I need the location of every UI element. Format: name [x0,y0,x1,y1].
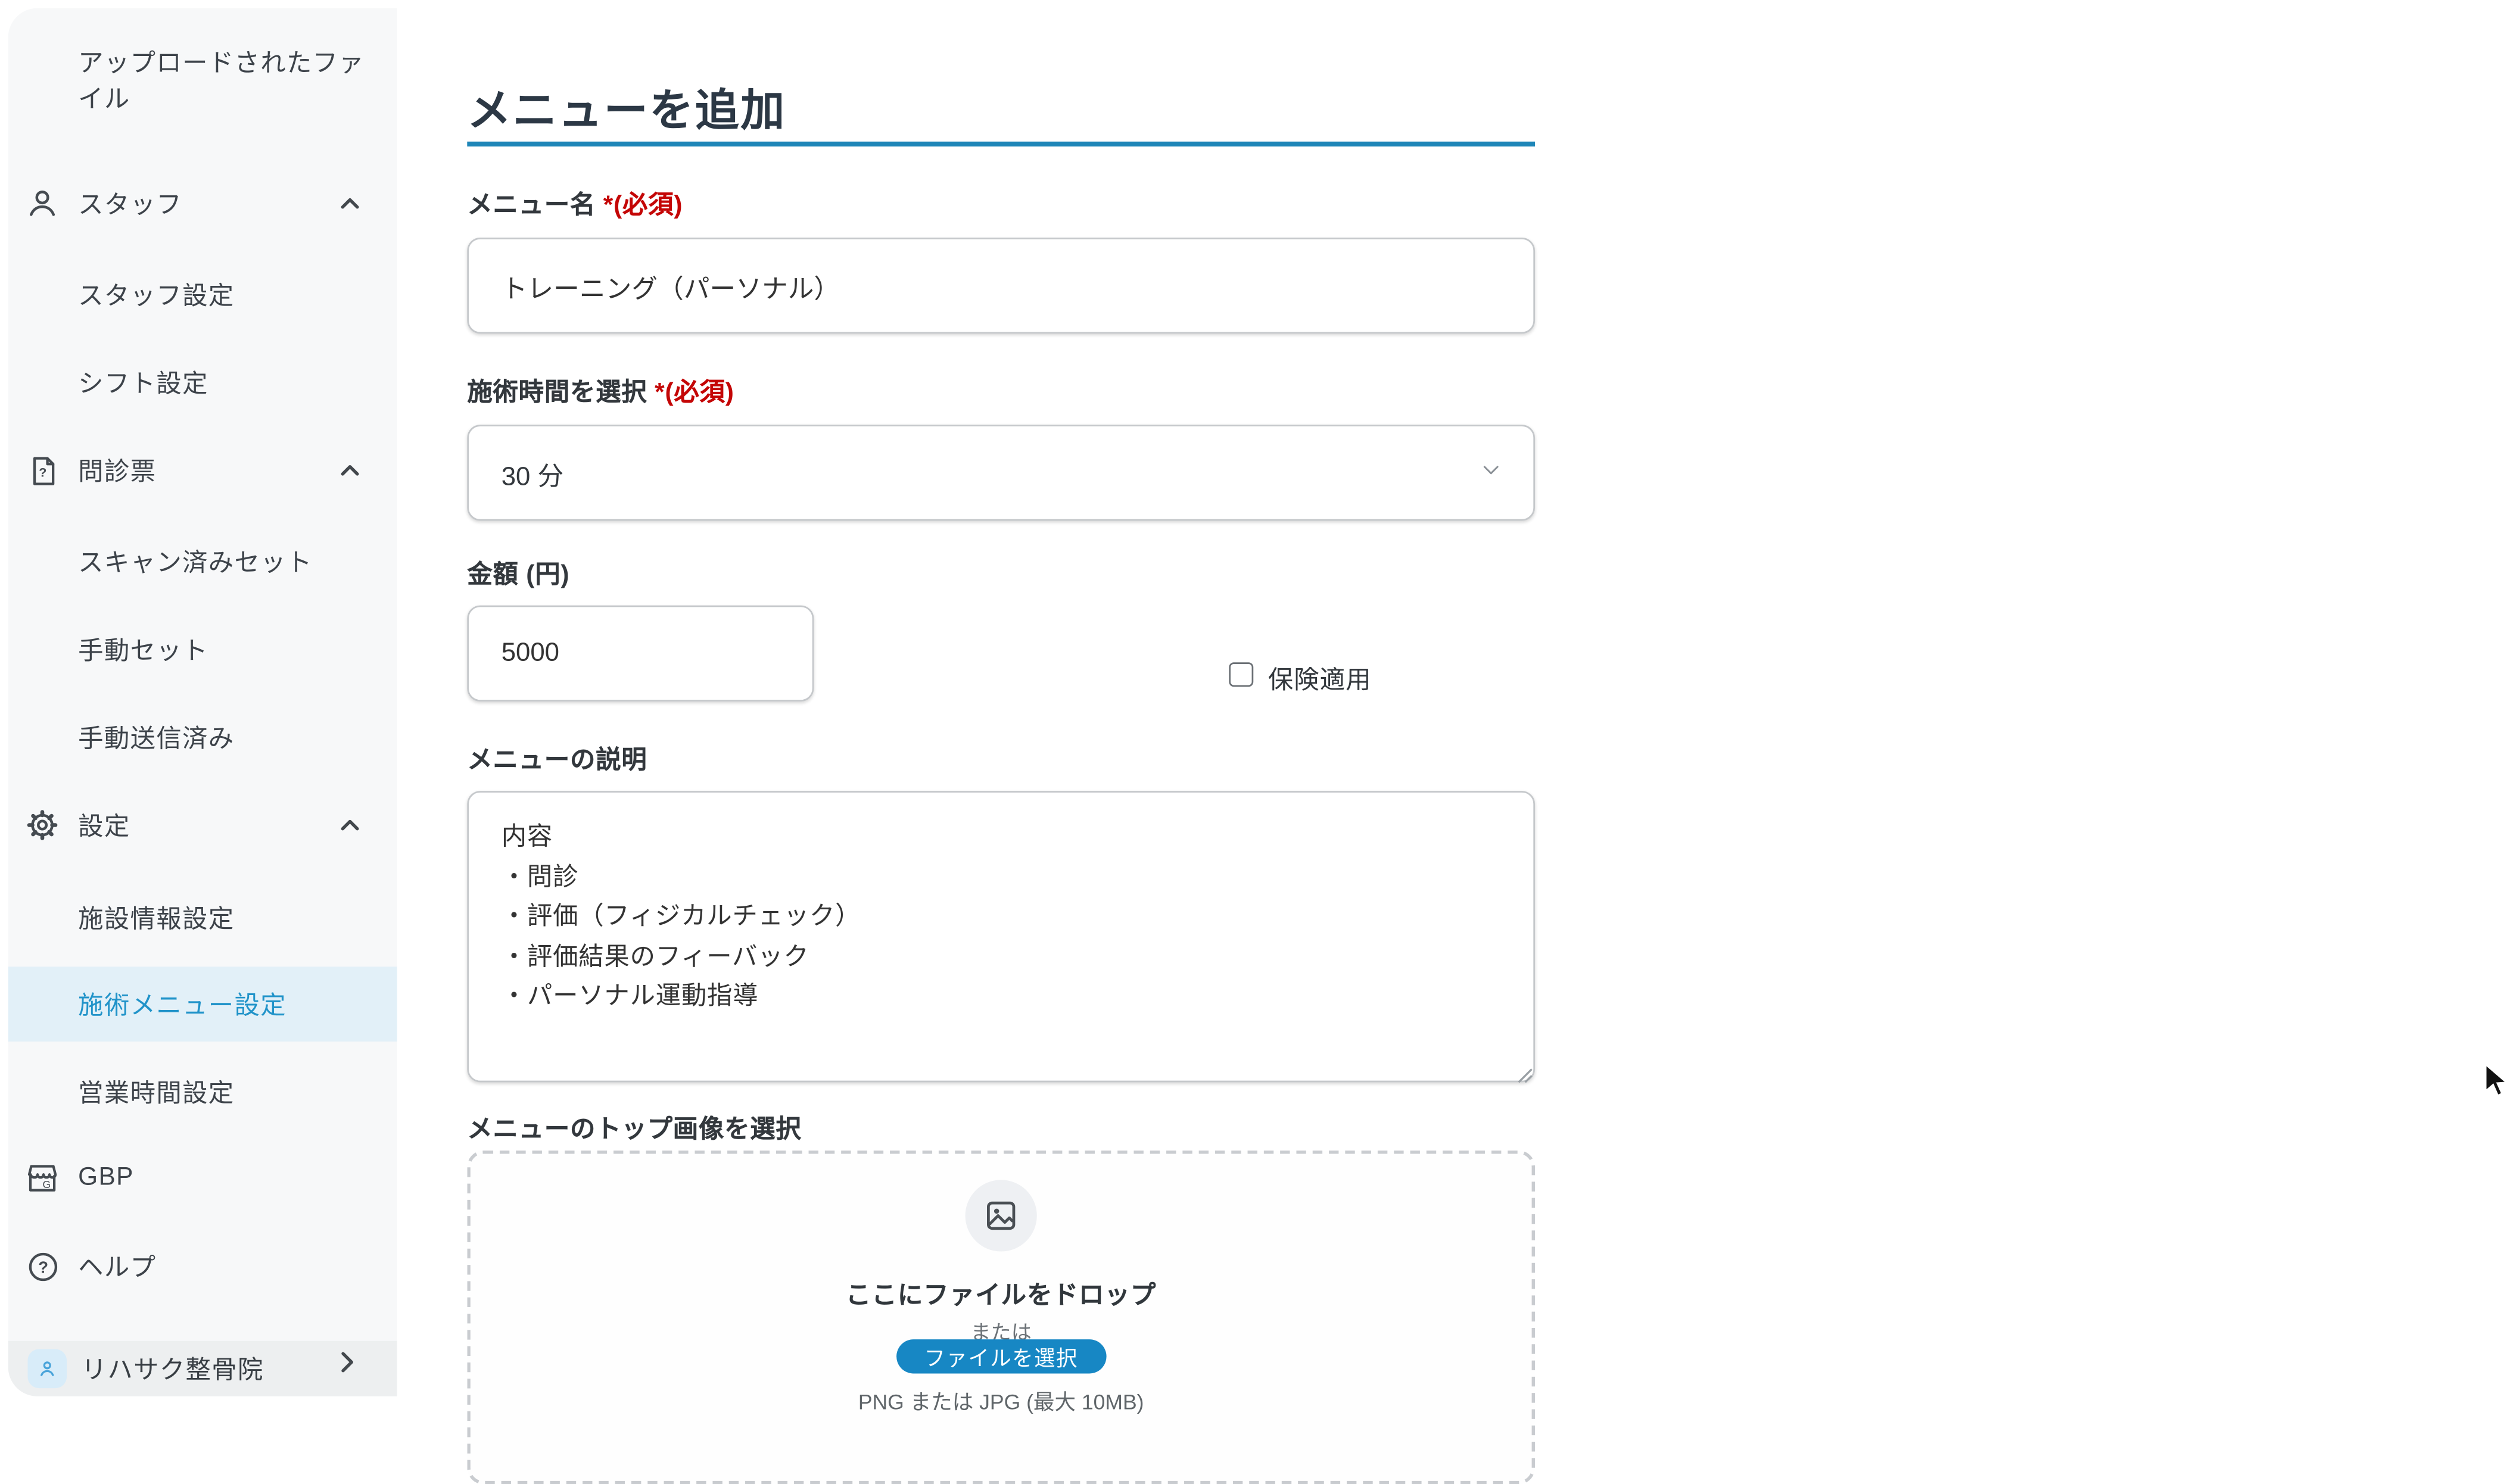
sidebar-item-label: シフト設定 [78,364,208,400]
sidebar-item-label: 営業時間設定 [78,1074,234,1110]
main-content: メニューを追加 メニュー名 *(必須) 施術時間を選択 *(必須) 30 分 金… [397,0,2510,1404]
sidebar-item-treatment-menu-settings[interactable]: 施術メニュー設定 [8,967,397,1042]
sidebar-item-label: 手動送信済み [78,719,234,755]
duration-selected-value: 30 分 [502,453,564,492]
chevron-up-icon [332,807,368,843]
sidebar-group-label: 設定 [78,807,130,843]
sidebar-item-uploaded-files[interactable]: アップロードされたファイル [78,47,374,119]
app-window: アップロードされたファイル スタッフ スタッフ設定 シフト設定 ? [0,0,2510,1404]
svg-text:?: ? [38,1257,48,1276]
svg-text:?: ? [38,464,46,479]
chevron-right-icon [332,1348,368,1383]
sidebar-item-business-hours-settings[interactable]: 営業時間設定 [8,1073,397,1112]
image-dropzone[interactable]: ここにファイルをドロップ または ファイルを選択 PNG または JPG (最大… [467,1151,1535,1484]
page-title: メニューを追加 [467,75,786,139]
svg-text:G: G [43,1179,51,1190]
title-divider [467,142,1535,146]
sidebar: アップロードされたファイル スタッフ スタッフ設定 シフト設定 ? [8,8,397,1396]
storefront-icon: G [23,1159,62,1198]
insurance-checkbox-label: 保険適用 [1268,661,1372,697]
price-input[interactable] [467,606,814,702]
sidebar-item-gbp[interactable]: G GBP [8,1159,397,1198]
sidebar-item-label: 施術メニュー設定 [78,986,286,1022]
sidebar-group-staff[interactable]: スタッフ [8,184,397,223]
sidebar-item-label: スキャン済みセット [78,544,313,579]
gear-icon [23,806,62,845]
insurance-checkbox[interactable] [1229,662,1253,687]
clinic-switcher[interactable]: リハサク整骨院 [8,1341,397,1396]
sidebar-item-manual-set[interactable]: 手動セット [8,630,397,669]
dropzone-text: ここにファイルをドロップ [471,1276,1532,1312]
chevron-down-icon [1478,456,1504,490]
sidebar-item-label: GBP [78,1164,134,1193]
help-icon: ? [23,1246,62,1286]
sidebar-item-scanned-set[interactable]: スキャン済みセット [8,542,397,581]
sidebar-item-staff-settings[interactable]: スタッフ設定 [8,275,397,314]
required-mark: *(必須) [603,192,683,219]
image-icon [983,1198,1019,1233]
sidebar-item-label: スタッフ設定 [78,277,234,313]
sidebar-item-shift-settings[interactable]: シフト設定 [8,363,397,402]
dropzone-hint: PNG または JPG (最大 10MB) [471,1385,1532,1416]
description-label: メニューの説明 [467,740,647,776]
menu-name-input[interactable] [467,238,1535,333]
required-mark: *(必須) [655,379,734,407]
sidebar-item-facility-info-settings[interactable]: 施設情報設定 [8,899,397,938]
clinic-avatar [27,1349,67,1388]
sidebar-group-label: 問診票 [78,453,156,488]
sidebar-item-help[interactable]: ? ヘルプ [8,1246,397,1286]
description-textarea[interactable]: 内容 ・問診 ・評価（フィジカルチェック） ・評価結果のフィーバック ・パーソナ… [467,791,1535,1082]
sidebar-item-manually-sent[interactable]: 手動送信済み [8,718,397,757]
mouse-cursor [2483,1063,2510,1099]
top-image-label: メニューのトップ画像を選択 [467,1110,801,1146]
person-icon [23,184,62,223]
chevron-up-icon [332,453,368,488]
sidebar-group-questionnaire[interactable]: ? 問診票 [8,451,397,490]
sidebar-item-label: 手動セット [78,631,208,667]
sidebar-group-settings[interactable]: 設定 [8,806,397,845]
duration-select[interactable]: 30 分 [467,425,1535,520]
image-placeholder-circle [966,1180,1037,1251]
clinic-name: リハサク整骨院 [82,1351,264,1386]
sidebar-group-label: スタッフ [78,186,182,222]
sidebar-item-label: ヘルプ [78,1248,156,1284]
chevron-up-icon [332,186,368,222]
menu-name-label: メニュー名 *(必須) [467,186,683,222]
questionnaire-icon: ? [23,451,62,490]
duration-label: 施術時間を選択 *(必須) [467,373,734,409]
price-label: 金額 (円) [467,555,569,591]
select-file-button[interactable]: ファイルを選択 [896,1339,1105,1373]
sidebar-item-label: 施設情報設定 [78,900,234,936]
